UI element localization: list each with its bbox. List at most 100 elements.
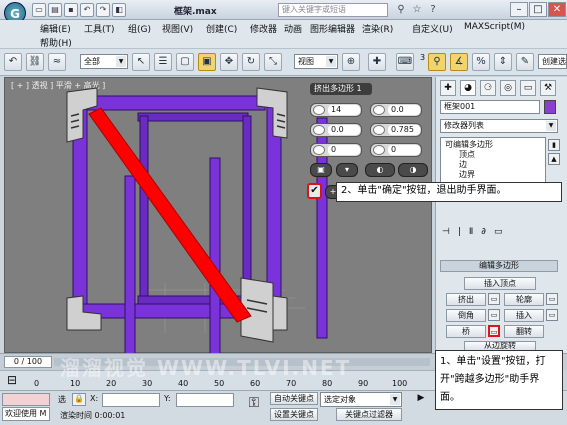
bind-space-warp-icon[interactable]: ≈ bbox=[48, 53, 66, 71]
menu-customize[interactable]: 自定义(U) bbox=[412, 22, 453, 35]
hierarchy-tab-icon[interactable]: ⚆ bbox=[480, 80, 496, 96]
binoculars-icon[interactable]: ⚲ bbox=[394, 3, 408, 17]
menu-group[interactable]: 组(G) bbox=[128, 22, 151, 35]
save-icon[interactable]: ▪ bbox=[64, 3, 78, 17]
keyboard-shortcut-icon[interactable]: ⌨ bbox=[396, 53, 414, 71]
lock-selection-icon[interactable]: 🔒 bbox=[72, 393, 86, 406]
selection-filter-select[interactable]: 全部 ▼ bbox=[80, 54, 128, 69]
bevel-button[interactable]: 倒角 bbox=[446, 309, 486, 322]
caddy-dropdown-button[interactable]: ▾ bbox=[336, 163, 358, 177]
link-icon[interactable]: ⛓ bbox=[26, 53, 44, 71]
star-icon[interactable]: ☆ bbox=[410, 3, 424, 17]
caddy-pick-button-2[interactable]: ◑ bbox=[398, 163, 428, 177]
open-icon[interactable]: ▤ bbox=[48, 3, 62, 17]
percent-snap-icon[interactable]: % bbox=[472, 53, 490, 71]
maxscript-listener[interactable] bbox=[2, 393, 50, 406]
menu-tools[interactable]: 工具(T) bbox=[84, 22, 115, 35]
stack-tools[interactable]: ⊣|Ⅱ∂▭ bbox=[442, 227, 560, 241]
caddy-field-twist1[interactable]: 0 bbox=[310, 143, 362, 157]
help-icon[interactable]: ? bbox=[426, 3, 440, 17]
extrude-settings-icon[interactable]: ▭ bbox=[488, 293, 500, 305]
create-tab-icon[interactable]: ✚ bbox=[440, 80, 456, 96]
playback-controls[interactable]: ▶ bbox=[406, 393, 436, 407]
bridge-settings-icon[interactable]: ▭ bbox=[488, 325, 500, 337]
caddy-mode-button[interactable]: ▣ bbox=[310, 163, 332, 177]
search-input[interactable]: 键入关键字或短语 bbox=[278, 3, 388, 17]
callout-step2: 2、单击"确定"按钮，退出助手界面。 bbox=[336, 182, 562, 202]
caddy-field-segments[interactable]: 14 bbox=[310, 103, 362, 117]
display-tab-icon[interactable]: ▭ bbox=[520, 80, 536, 96]
outline-settings-icon[interactable]: ▭ bbox=[546, 293, 558, 305]
caddy-field-bias[interactable]: 0.0 bbox=[310, 123, 362, 137]
welcome-field[interactable]: 欢迎使用 M bbox=[2, 407, 50, 421]
snaps-toggle-icon[interactable]: ⚲ bbox=[428, 53, 446, 71]
object-name-field[interactable]: 框架001 bbox=[440, 100, 540, 114]
set-key-button[interactable]: 设置关键点 bbox=[270, 408, 318, 421]
perspective-viewport[interactable]: [ + ] 透视 ] 平滑 + 高光 ] 挤出多边形 1 14 0.0 0.0 … bbox=[4, 77, 432, 354]
utilities-tab-icon[interactable]: ⚒ bbox=[540, 80, 556, 96]
menu-graph-editors[interactable]: 图形编辑器 bbox=[310, 22, 355, 35]
minimize-button[interactable]: – bbox=[510, 2, 528, 17]
named-selection-set[interactable]: 创建选 bbox=[538, 54, 567, 69]
flip-button[interactable]: 翻转 bbox=[504, 325, 544, 338]
close-button[interactable]: ✕ bbox=[548, 2, 566, 17]
select-by-name-icon[interactable]: ☰ bbox=[154, 53, 172, 71]
undo-toolbar-icon[interactable]: ↶ bbox=[4, 53, 22, 71]
modify-tab-icon[interactable]: ◕ bbox=[460, 80, 476, 96]
select-rotate-icon[interactable]: ↻ bbox=[242, 53, 260, 71]
caddy-ok-button[interactable]: ✔ bbox=[307, 183, 322, 199]
caddy-field-smooth[interactable]: 0.785 bbox=[370, 123, 422, 137]
time-slider-thumb[interactable]: 0 / 100 bbox=[4, 356, 52, 368]
menu-edit[interactable]: 编辑(E) bbox=[40, 22, 71, 35]
modifier-list-select[interactable]: 修改器列表 ▼ bbox=[440, 119, 558, 133]
menu-modifiers[interactable]: 修改器 bbox=[250, 22, 277, 35]
pivot-center-icon[interactable]: ⊕ bbox=[342, 53, 360, 71]
reference-coord-select[interactable]: 视图 ▼ bbox=[294, 54, 338, 69]
extrude-button[interactable]: 挤出 bbox=[446, 293, 486, 306]
menu-maxscript[interactable]: MAXScript(M) bbox=[464, 22, 525, 32]
caddy-field-twist2[interactable]: 0 bbox=[370, 143, 422, 157]
stack-item-border[interactable]: 边界 bbox=[459, 169, 475, 180]
mini-curve-editor-icon[interactable]: ⊟ bbox=[4, 373, 20, 389]
select-manipulate-icon[interactable]: ✚ bbox=[368, 53, 386, 71]
x-coordinate-input[interactable] bbox=[102, 393, 160, 407]
insert-vertex-button[interactable]: 插入顶点 bbox=[464, 277, 536, 290]
outline-button[interactable]: 轮廓 bbox=[504, 293, 544, 306]
bridge-button[interactable]: 桥 bbox=[446, 325, 486, 338]
inset-button[interactable]: 插入 bbox=[504, 309, 544, 322]
window-crossing-icon[interactable]: ▣ bbox=[198, 53, 216, 71]
key-set-select[interactable]: 选定对象 ▼ bbox=[320, 392, 402, 407]
motion-tab-icon[interactable]: ◎ bbox=[500, 80, 516, 96]
hold-icon[interactable]: ◧ bbox=[112, 3, 126, 17]
rectangle-selection-icon[interactable]: ▢ bbox=[176, 53, 194, 71]
menu-animation[interactable]: 动画 bbox=[284, 22, 302, 35]
maximize-button[interactable]: □ bbox=[529, 2, 547, 17]
scroll-up-icon[interactable]: ▲ bbox=[548, 153, 560, 165]
auto-key-button[interactable]: 自动关键点 bbox=[270, 392, 318, 405]
menu-rendering[interactable]: 渲染(R) bbox=[362, 22, 393, 35]
caddy-pick-button-1[interactable]: ◐ bbox=[365, 163, 395, 177]
tick-label: 100 bbox=[392, 379, 408, 388]
caddy-field-taper[interactable]: 0.0 bbox=[370, 103, 422, 117]
menu-create[interactable]: 创建(C) bbox=[206, 22, 237, 35]
bevel-settings-icon[interactable]: ▭ bbox=[488, 309, 500, 321]
select-scale-icon[interactable]: ⤡ bbox=[264, 53, 282, 71]
inset-settings-icon[interactable]: ▭ bbox=[546, 309, 558, 321]
pin-stack-icon[interactable]: ▮ bbox=[548, 139, 560, 151]
y-coordinate-input[interactable] bbox=[176, 393, 234, 407]
spinner-snap-icon[interactable]: ⇕ bbox=[494, 53, 512, 71]
new-icon[interactable]: ▭ bbox=[32, 3, 46, 17]
select-move-icon[interactable]: ✥ bbox=[220, 53, 238, 71]
command-panel: ✚ ◕ ⚆ ◎ ▭ ⚒ 框架001 修改器列表 ▼ 可编辑多边形 顶点 边 边界 … bbox=[435, 77, 567, 353]
menu-views[interactable]: 视图(V) bbox=[162, 22, 193, 35]
key-filters-button[interactable]: 关键点过滤器 bbox=[336, 408, 402, 421]
key-icon[interactable]: ⚿ bbox=[244, 395, 264, 415]
twist-icon bbox=[313, 145, 325, 155]
edit-named-sets-icon[interactable]: ✎ bbox=[516, 53, 534, 71]
redo-icon[interactable]: ↷ bbox=[96, 3, 110, 17]
angle-snap-icon[interactable]: ∡ bbox=[450, 53, 468, 71]
undo-icon[interactable]: ↶ bbox=[80, 3, 94, 17]
select-object-icon[interactable]: ↖ bbox=[132, 53, 150, 71]
object-color-swatch[interactable] bbox=[544, 100, 556, 114]
edit-polygons-rollout[interactable]: 编辑多边形 bbox=[440, 260, 558, 272]
